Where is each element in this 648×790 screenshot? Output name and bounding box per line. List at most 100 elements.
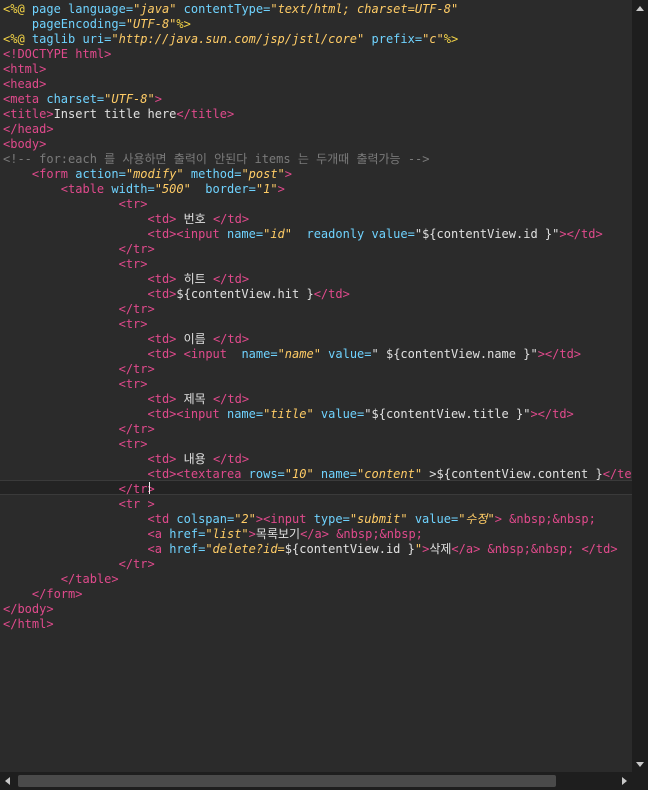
code-line[interactable]: <tr> bbox=[3, 197, 148, 212]
code-line[interactable]: <td>${contentView.hit }</td> bbox=[3, 287, 350, 302]
code-line[interactable]: <meta charset="UTF-8"> bbox=[3, 92, 162, 107]
code-line[interactable]: <tr > bbox=[3, 497, 155, 512]
code-token: href= bbox=[169, 527, 206, 541]
code-line[interactable]: </tr> bbox=[3, 422, 155, 437]
code-line[interactable]: <td><input name="title" value="${content… bbox=[3, 407, 574, 422]
code-line[interactable]: <%@ taglib uri="http://java.sun.com/jsp/… bbox=[3, 32, 458, 47]
code-line[interactable]: </tr> bbox=[3, 362, 155, 377]
code-line[interactable]: </tr> bbox=[3, 302, 155, 317]
code-token: uri= bbox=[82, 32, 112, 46]
code-line[interactable]: </tr> bbox=[3, 557, 155, 572]
code-token: "c" bbox=[422, 32, 444, 46]
code-line[interactable]: <%@ page language="java" contentType="te… bbox=[3, 2, 458, 17]
code-token: border= bbox=[190, 182, 256, 196]
code-token: > bbox=[284, 167, 293, 181]
code-token: "10" bbox=[284, 467, 314, 481]
code-token: readonly value= bbox=[292, 227, 415, 241]
code-token: </body> bbox=[3, 602, 54, 616]
code-token: "500" bbox=[154, 182, 191, 196]
code-line[interactable]: <html> bbox=[3, 62, 46, 77]
code-line[interactable]: </tr> bbox=[3, 242, 155, 257]
code-line[interactable]: </body> bbox=[3, 602, 54, 617]
code-token: width= bbox=[111, 182, 155, 196]
code-token: <meta bbox=[3, 92, 47, 106]
code-token: 내용 bbox=[176, 452, 213, 466]
code-line[interactable]: <td> 이름 </td> bbox=[3, 332, 250, 347]
code-line[interactable]: <td> 히트 </td> bbox=[3, 272, 250, 287]
code-line[interactable]: <!-- for:each 를 사용하면 출력이 안된다 items 는 두개때… bbox=[3, 152, 430, 167]
code-line[interactable]: </table> bbox=[3, 572, 119, 587]
code-token: </a> bbox=[451, 542, 488, 556]
code-token: > bbox=[154, 92, 162, 106]
code-token: <a bbox=[147, 542, 170, 556]
code-token: <tr> bbox=[118, 197, 148, 211]
code-line[interactable]: <tr> bbox=[3, 377, 148, 392]
code-line[interactable]: <form action="modify" method="post"> bbox=[3, 167, 292, 182]
code-token: <tr> bbox=[118, 317, 148, 331]
code-token: <td> bbox=[147, 347, 177, 361]
scroll-up-arrow-icon[interactable] bbox=[636, 6, 644, 11]
vertical-scrollbar[interactable] bbox=[632, 0, 648, 772]
code-line[interactable]: <td><textarea rows="10" name="content" >… bbox=[3, 467, 633, 482]
code-token: </tr> bbox=[118, 362, 155, 376]
code-line[interactable]: <!DOCTYPE html> bbox=[3, 47, 111, 62]
code-token: page bbox=[24, 2, 69, 16]
text-caret bbox=[149, 482, 150, 494]
code-line[interactable]: <head> bbox=[3, 77, 46, 92]
code-token: "1" bbox=[255, 182, 278, 196]
code-token: " bbox=[414, 542, 423, 556]
scroll-right-arrow-icon[interactable] bbox=[622, 777, 627, 785]
code-token: <html> bbox=[3, 62, 47, 76]
code-line[interactable]: <a href="delete?id=${contentView.id }">삭… bbox=[3, 542, 618, 557]
code-token: value= bbox=[407, 512, 459, 526]
code-token: <td> bbox=[147, 392, 177, 406]
code-line[interactable]: <td colspan="2"><input type="submit" val… bbox=[3, 512, 596, 527]
code-line[interactable]: <a href="list">목록보기</a> &nbsp;&nbsp; bbox=[3, 527, 423, 542]
code-line[interactable]: <td> 내용 </td> bbox=[3, 452, 250, 467]
code-line[interactable]: <tr> bbox=[3, 437, 148, 452]
code-line[interactable]: <tr> bbox=[3, 257, 148, 272]
code-token: ${contentView.hit } bbox=[176, 287, 314, 301]
code-line[interactable]: </tr> bbox=[3, 482, 155, 497]
horizontal-scroll-thumb[interactable] bbox=[18, 775, 556, 787]
code-line[interactable]: <table width="500" border="1"> bbox=[3, 182, 285, 197]
code-token: "${contentView.title }" bbox=[364, 407, 531, 421]
code-token: charset= bbox=[46, 92, 105, 106]
code-token: 제목 bbox=[176, 392, 213, 406]
code-token: ></td> bbox=[537, 347, 582, 361]
code-token: </td> bbox=[212, 332, 250, 346]
code-line[interactable]: <td> 제목 </td> bbox=[3, 392, 250, 407]
code-token: <title> bbox=[3, 107, 54, 121]
scroll-down-arrow-icon[interactable] bbox=[636, 762, 644, 767]
code-token: <input bbox=[183, 347, 235, 361]
scroll-left-arrow-icon[interactable] bbox=[5, 777, 10, 785]
code-line[interactable]: <tr> bbox=[3, 317, 148, 332]
code-line[interactable]: <body> bbox=[3, 137, 46, 152]
code-line[interactable]: </form> bbox=[3, 587, 83, 602]
code-line[interactable]: <title>Insert title here</title> bbox=[3, 107, 234, 122]
code-line[interactable]: pageEncoding="UTF-8"%> bbox=[3, 17, 191, 32]
code-line[interactable]: <td><input name="id" readonly value="${c… bbox=[3, 227, 603, 242]
code-token: </td> bbox=[313, 287, 350, 301]
code-token: "UTF-8" bbox=[125, 17, 177, 31]
code-line[interactable]: </html> bbox=[3, 617, 54, 632]
code-line[interactable]: </head> bbox=[3, 122, 54, 137]
code-editor[interactable]: <%@ page language="java" contentType="te… bbox=[0, 0, 632, 772]
code-token: </html> bbox=[3, 617, 54, 631]
code-token: ></td> bbox=[530, 407, 574, 421]
code-token: </tr> bbox=[118, 302, 155, 316]
code-token: </texta bbox=[602, 467, 632, 481]
code-line[interactable]: <td> 번호 </td> bbox=[3, 212, 250, 227]
code-line[interactable]: <td> <input name="name" value=" ${conten… bbox=[3, 347, 582, 362]
code-token: %> bbox=[176, 17, 191, 31]
